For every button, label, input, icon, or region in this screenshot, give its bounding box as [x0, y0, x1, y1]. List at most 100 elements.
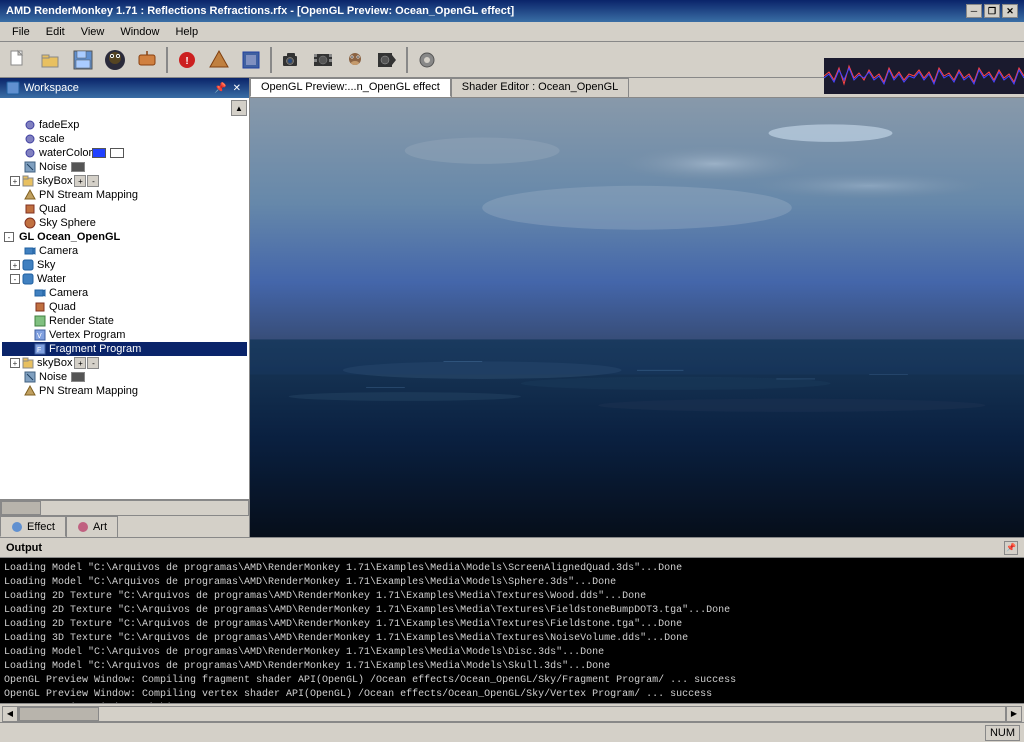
skybox2-minus[interactable]: - [87, 357, 99, 369]
output-title: Output [6, 542, 42, 554]
tree-item-GL-Ocean[interactable]: - GL Ocean_OpenGL [2, 230, 247, 244]
status-bar: NUM [0, 722, 1024, 742]
toolbar-btn-5[interactable] [132, 46, 162, 74]
workspace-pin-btn[interactable]: 📌 [212, 83, 228, 94]
tab-shader-editor[interactable]: Shader Editor : Ocean_OpenGL [451, 78, 630, 97]
waveform-display [824, 58, 1024, 94]
toolbar-btn-monkey[interactable] [340, 46, 370, 74]
tree-label-Sky: Sky [37, 259, 55, 271]
output-line-1: Loading Model "C:\Arquivos de programas\… [4, 576, 1020, 590]
tree-item-VertexProgram[interactable]: V Vertex Program [2, 328, 247, 342]
tab-art-label: Art [93, 521, 107, 533]
menu-help[interactable]: Help [167, 24, 206, 40]
tree-label-Camera: Camera [39, 245, 78, 257]
menu-window[interactable]: Window [112, 24, 167, 40]
toolbar-btn-camera[interactable] [276, 46, 306, 74]
vp-icon: V [34, 329, 46, 341]
tree-item-waterColor[interactable]: waterColor [2, 146, 247, 160]
tree-item-Water[interactable]: - Water [2, 272, 247, 286]
skybox-plus[interactable]: + [74, 175, 86, 187]
tab-effect[interactable]: Effect [0, 516, 66, 537]
tree-item-Quad2[interactable]: Quad [2, 300, 247, 314]
output-line-4: Loading 2D Texture "C:\Arquivos de progr… [4, 618, 1020, 632]
toolbar-btn-3[interactable] [68, 46, 98, 74]
output-panel: Output 📌 Loading Model "C:\Arquivos de p… [0, 537, 1024, 722]
workspace-icon [6, 81, 20, 95]
workspace-title: Workspace [24, 82, 79, 94]
status-num: NUM [985, 725, 1020, 741]
sky-expand[interactable]: + [10, 260, 20, 270]
toolbar-btn-square[interactable] [236, 46, 266, 74]
h-scroll-right[interactable]: ▶ [1006, 706, 1022, 722]
tree-item-PNStream2[interactable]: PN Stream Mapping [2, 384, 247, 398]
tab-opengl-preview[interactable]: OpenGL Preview:...n_OpenGL effect [250, 78, 451, 97]
water-expand[interactable]: - [10, 274, 20, 284]
toolbar-btn-record[interactable] [372, 46, 402, 74]
tree-label-fadeExp: fadeExp [39, 119, 79, 131]
menu-file[interactable]: File [4, 24, 38, 40]
tree-item-SkySphere[interactable]: Sky Sphere [2, 216, 247, 230]
var-icon-scale [24, 133, 36, 145]
tree-item-Noise[interactable]: Noise [2, 160, 247, 174]
tree-label-FragmentProgram: Fragment Program [49, 343, 141, 355]
tree-item-Camera2[interactable]: Camera [2, 286, 247, 300]
output-line-2: Loading 2D Texture "C:\Arquivos de progr… [4, 590, 1020, 604]
tree-item-Quad[interactable]: Quad [2, 202, 247, 216]
quad-icon [24, 203, 36, 215]
workspace-hscroll [0, 499, 249, 515]
var-icon [24, 119, 36, 131]
toolbar-btn-film[interactable] [308, 46, 338, 74]
workspace-header-controls: 📌 ✕ [212, 83, 243, 94]
output-line-8: OpenGL Preview Window: Compiling fragmen… [4, 674, 1020, 688]
output-line-0: Loading Model "C:\Arquivos de programas\… [4, 562, 1020, 576]
menu-view[interactable]: View [73, 24, 113, 40]
minimize-button[interactable]: ─ [966, 4, 982, 18]
workspace-tabs: Effect Art [0, 515, 249, 537]
toolbar-separator-2 [270, 47, 272, 73]
tree-item-Sky[interactable]: + Sky [2, 258, 247, 272]
tree-label-Water: Water [37, 273, 66, 285]
color-icon [24, 147, 36, 159]
tree-item-skyBox2[interactable]: + skyBox + - [2, 356, 247, 370]
close-button[interactable]: ✕ [1002, 4, 1018, 18]
toolbar-btn-rendermonkey[interactable] [100, 46, 130, 74]
menu-edit[interactable]: Edit [38, 24, 73, 40]
skybox-minus[interactable]: - [87, 175, 99, 187]
tree-item-RenderState[interactable]: Render State [2, 314, 247, 328]
output-pin-btn[interactable]: 📌 [1004, 541, 1018, 555]
tree-item-fadeExp[interactable]: fadeExp [2, 118, 247, 132]
tree-scroll-up[interactable]: ▲ [231, 100, 247, 116]
tree-item-Noise2[interactable]: Noise [2, 370, 247, 384]
water-color-swatch-blue[interactable] [92, 148, 106, 158]
sky-icon [24, 217, 36, 229]
toolbar-btn-settings[interactable] [412, 46, 442, 74]
skybox-expand[interactable]: + [10, 176, 20, 186]
tree-item-Camera[interactable]: Camera [2, 244, 247, 258]
tree-label-VertexProgram: Vertex Program [49, 329, 125, 341]
tab-art[interactable]: Art [66, 516, 118, 537]
h-scroll-left[interactable]: ◀ [2, 706, 18, 722]
output-content: Loading Model "C:\Arquivos de programas\… [0, 558, 1024, 703]
tree-item-PNStream[interactable]: PN Stream Mapping [2, 188, 247, 202]
skybox2-expand[interactable]: + [10, 358, 20, 368]
workspace-close-btn[interactable]: ✕ [231, 83, 243, 94]
tree-item-skyBox[interactable]: + skyBox + - [2, 174, 247, 188]
tab-shader-label: Shader Editor : Ocean_OpenGL [462, 81, 619, 93]
restore-button[interactable]: ❐ [984, 4, 1000, 18]
tree-item-FragmentProgram[interactable]: F Fragment Program [2, 342, 247, 356]
toolbar: ! [0, 42, 1024, 78]
toolbar-btn-1[interactable] [4, 46, 34, 74]
tree-label-waterColor: waterColor [39, 147, 92, 159]
rs-icon [34, 315, 46, 327]
gl-ocean-expand[interactable]: - [4, 232, 14, 242]
skybox2-plus[interactable]: + [74, 357, 86, 369]
toolbar-btn-effect[interactable] [204, 46, 234, 74]
water-color-swatch-white[interactable] [110, 148, 124, 158]
art-tab-icon [77, 521, 89, 533]
title-text: AMD RenderMonkey 1.71 : Reflections Refr… [6, 5, 514, 17]
toolbar-btn-2[interactable] [36, 46, 66, 74]
ws-hscroll-thumb[interactable] [1, 501, 41, 515]
toolbar-btn-red[interactable]: ! [172, 46, 202, 74]
h-scroll-thumb[interactable] [19, 707, 99, 721]
tree-item-scale[interactable]: scale [2, 132, 247, 146]
